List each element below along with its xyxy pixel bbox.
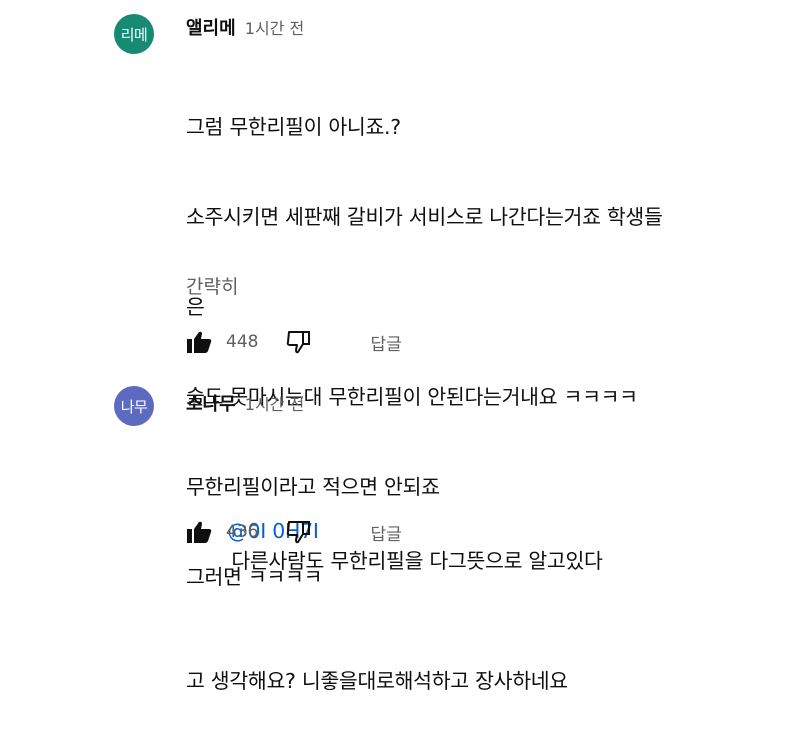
author-name[interactable]: 앨리메 — [186, 18, 236, 39]
comment-line: @0I 0H7I 다른사람도 무한리필을 다그뜻으로 알고있다 — [186, 486, 746, 606]
like-icon[interactable] — [186, 520, 212, 544]
like-icon[interactable] — [186, 330, 212, 354]
show-less-toggle[interactable]: 간략히 — [186, 272, 238, 299]
timestamp[interactable]: 1시간 전 — [245, 19, 304, 38]
like-count: 448 — [226, 332, 259, 352]
comment-text-part: 다른사람도 무한리필을 다그뜻으로 알고있다 — [231, 549, 603, 573]
action-bar: 436 답글 — [186, 520, 402, 545]
timestamp[interactable]: 1시간 전 — [245, 395, 304, 414]
author-line: 앨리메 1시간 전 — [186, 14, 304, 40]
author-line: 소나무 1시간 전 — [186, 390, 304, 416]
comment-line: 고 생각해요? 니좋을대로해석하고 장사하네요 — [186, 669, 568, 693]
action-bar: 448 답글 — [186, 330, 402, 355]
comment-line: 소주시키면 세판째 갈비가 서비스로 나간다는거죠 학생들 — [186, 205, 663, 229]
reply-button[interactable]: 답글 — [370, 520, 401, 545]
dislike-icon[interactable] — [286, 330, 312, 354]
reply-button[interactable]: 답글 — [370, 330, 401, 355]
avatar[interactable]: 나무 — [114, 386, 154, 426]
like-count: 436 — [226, 522, 259, 542]
comment-line: 그럼 무한리필이 아니죠.? — [186, 115, 401, 139]
dislike-icon[interactable] — [286, 520, 312, 544]
author-name[interactable]: 소나무 — [186, 394, 236, 415]
comment-text: @0I 0H7I 다른사람도 무한리필을 다그뜻으로 알고있다 고 생각해요? … — [186, 426, 746, 756]
avatar[interactable]: 리메 — [114, 14, 154, 54]
comment-line: 은 — [186, 295, 205, 319]
